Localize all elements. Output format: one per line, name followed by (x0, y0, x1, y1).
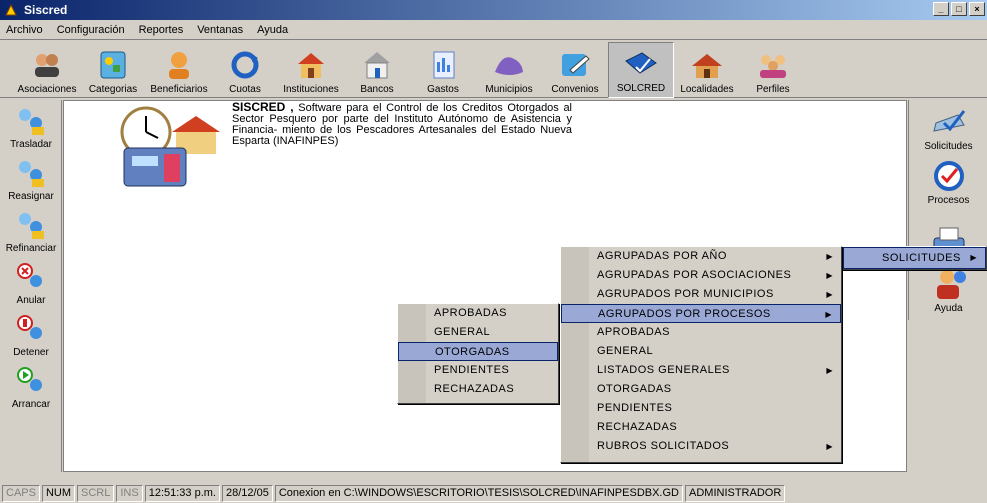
document-icon (426, 50, 460, 80)
menu-item-otorgadas[interactable]: OTORGADAS (561, 380, 841, 399)
submenu-arrow-icon: ▶ (826, 252, 833, 261)
menu-ayuda[interactable]: Ayuda (257, 24, 288, 36)
menu-item-rubros-solicitados[interactable]: RUBROS SOLICITADOS ▶ (561, 437, 841, 456)
map-icon (492, 50, 526, 80)
menu-item-aprobadas[interactable]: APROBADAS (561, 323, 841, 342)
about-text: SISCRED , Software para el Control de lo… (232, 100, 572, 147)
cash-register-icon (110, 102, 228, 190)
toolbar-gastos[interactable]: Gastos (410, 42, 476, 98)
app-icon (4, 3, 18, 17)
menu-item-procesos-aprobadas[interactable]: APROBADAS (398, 304, 558, 323)
toolbar-cuotas[interactable]: Cuotas (212, 42, 278, 98)
menu-item-pendientes[interactable]: PENDIENTES (561, 399, 841, 418)
close-button[interactable]: × (969, 2, 985, 16)
status-time: 12:51:33 p.m. (144, 485, 220, 502)
house-icon (690, 50, 724, 80)
toolbar-instituciones[interactable]: Instituciones (278, 42, 344, 98)
sidebar-item-trasladar[interactable]: Trasladar (0, 100, 62, 152)
status-connection: Conexion en C:\WINDOWS\ESCRITORIO\TESIS\… (274, 485, 683, 502)
cancel-icon (14, 261, 48, 293)
status-caps: CAPS (2, 485, 40, 502)
submenu-arrow-icon: ▶ (825, 310, 832, 319)
refresh-icon (228, 50, 262, 80)
status-ins: INS (116, 485, 143, 502)
start-icon (14, 365, 48, 397)
menu-item-general[interactable]: GENERAL (561, 342, 841, 361)
menu-reportes-solicitudes: AGRUPADAS POR AÑO ▶ AGRUPADAS POR ASOCIAC… (560, 246, 842, 463)
stop-icon (14, 313, 48, 345)
credit-card-icon (624, 49, 658, 79)
toolbar-beneficiarios[interactable]: Beneficiarios (146, 42, 212, 98)
menu-item-agrupados-municipios[interactable]: AGRUPADOS POR MUNICIPIOS ▶ (561, 285, 841, 304)
sidebar-item-detener[interactable]: Detener (0, 308, 62, 360)
building-icon (294, 50, 328, 80)
menu-item-rechazadas[interactable]: RECHAZADAS (561, 418, 841, 437)
pen-icon (558, 50, 592, 80)
toolbar-solcred[interactable]: SOLCRED (608, 42, 674, 98)
shapes-icon (96, 50, 130, 80)
window-title: Siscred (24, 3, 68, 17)
menu-item-procesos-rechazadas[interactable]: RECHAZADAS (398, 380, 558, 399)
person-icon (162, 50, 196, 80)
left-sidebar: Trasladar Reasignar Refinanciar Anular D… (0, 100, 62, 472)
menu-configuracion[interactable]: Configuración (57, 24, 125, 36)
toolbar-asociaciones[interactable]: Asociaciones (14, 42, 80, 98)
people-icon (30, 50, 64, 80)
reassign-icon (14, 157, 48, 189)
sidebar-item-reasignar[interactable]: Reasignar (0, 152, 62, 204)
help-person-icon (930, 267, 968, 301)
menu-item-procesos-general[interactable]: GENERAL (398, 323, 558, 342)
submenu-arrow-icon: ▶ (826, 271, 833, 280)
submenu-arrow-icon: ▶ (826, 366, 833, 375)
toolbar-municipios[interactable]: Municipios (476, 42, 542, 98)
submenu-arrow-icon: ▶ (826, 290, 833, 299)
checklist-icon (930, 105, 968, 139)
minimize-button[interactable]: _ (933, 2, 949, 16)
submenu-arrow-icon: ▶ (826, 442, 833, 451)
submenu-arrow-icon: ▶ (970, 253, 977, 262)
refinance-icon (14, 209, 48, 241)
toolbar-convenios[interactable]: Convenios (542, 42, 608, 98)
menu-procesos: APROBADAS GENERAL OTORGADAS PENDIENTES R… (397, 303, 559, 404)
sidebar-item-arrancar[interactable]: Arrancar (0, 360, 62, 412)
transfer-icon (14, 105, 48, 137)
menu-item-procesos-pendientes[interactable]: PENDIENTES (398, 361, 558, 380)
status-bar: CAPS NUM SCRL INS 12:51:33 p.m. 28/12/05… (0, 484, 987, 503)
menu-item-agrupados-procesos[interactable]: AGRUPADOS POR PROCESOS ▶ (561, 304, 841, 323)
status-user: ADMINISTRADOR (685, 485, 786, 502)
status-date: 28/12/05 (222, 485, 273, 502)
right-sidebar: Solicitudes Procesos Ayuda (908, 100, 987, 320)
toolbar-bancos[interactable]: Bancos (344, 42, 410, 98)
menu-bar: Archivo Configuración Reportes Ventanas … (0, 20, 987, 40)
menu-item-solicitudes[interactable]: SOLICITUDES ▶ (843, 247, 986, 269)
menu-solicitudes: SOLICITUDES ▶ (842, 246, 987, 270)
toolbar-categorias[interactable]: Categorias (80, 42, 146, 98)
profiles-icon (756, 50, 790, 80)
sidebar-item-anular[interactable]: Anular (0, 256, 62, 308)
toolbar: Asociaciones Categorias Beneficiarios Cu… (0, 42, 987, 98)
sidebar-item-refinanciar[interactable]: Refinanciar (0, 204, 62, 256)
toolbar-perfiles[interactable]: Perfiles (740, 42, 806, 98)
menu-ventanas[interactable]: Ventanas (197, 24, 243, 36)
toolbar-localidades[interactable]: Localidades (674, 42, 740, 98)
sidebar-item-ayuda[interactable]: Ayuda (909, 262, 987, 316)
maximize-button[interactable]: □ (951, 2, 967, 16)
status-num: NUM (41, 485, 76, 502)
menu-item-procesos-otorgadas[interactable]: OTORGADAS (398, 342, 558, 361)
menu-reportes[interactable]: Reportes (139, 24, 184, 36)
menu-archivo[interactable]: Archivo (6, 24, 43, 36)
sidebar-item-procesos[interactable]: Procesos (909, 154, 987, 208)
status-scrl: SCRL (77, 485, 115, 502)
menu-item-agrupadas-ano[interactable]: AGRUPADAS POR AÑO ▶ (561, 247, 841, 266)
sidebar-item-solicitudes[interactable]: Solicitudes (909, 100, 987, 154)
about-title: SISCRED , (232, 100, 294, 114)
menu-item-listados-generales[interactable]: LISTADOS GENERALES ▶ (561, 361, 841, 380)
menu-item-agrupadas-asociaciones[interactable]: AGRUPADAS POR ASOCIACIONES ▶ (561, 266, 841, 285)
clock-icon (930, 159, 968, 193)
title-bar: Siscred _ □ × (0, 0, 987, 20)
bank-icon (360, 50, 394, 80)
